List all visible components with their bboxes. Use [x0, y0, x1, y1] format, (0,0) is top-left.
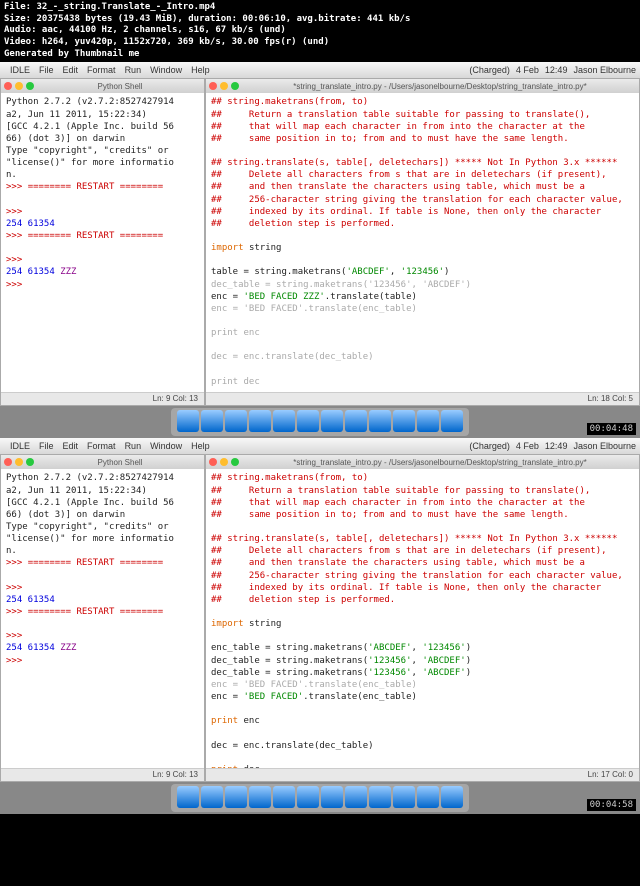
shell-title: Python Shell [39, 458, 201, 467]
dock-icon[interactable] [321, 786, 343, 808]
timestamp: 00:04:48 [587, 423, 636, 435]
menu-window[interactable]: Window [150, 441, 182, 451]
menu-idle[interactable]: IDLE [10, 441, 30, 451]
python-shell-window: Python Shell Python 2.7.2 (v2.7.2:852742… [0, 78, 205, 406]
shell-status: Ln: 9 Col: 13 [1, 392, 204, 405]
minimize-icon[interactable] [220, 82, 228, 90]
file-line: File: 32_-_string.Translate_-_Intro.mp4 [4, 2, 636, 14]
menubar-user: Jason Elbourne [573, 65, 636, 75]
shell-titlebar: Python Shell [1, 455, 204, 469]
dock-icon[interactable] [369, 410, 391, 432]
menu-format[interactable]: Format [87, 441, 116, 451]
menu-run[interactable]: Run [125, 65, 142, 75]
minimize-icon[interactable] [15, 458, 23, 466]
menu-edit[interactable]: Edit [63, 441, 79, 451]
minimize-icon[interactable] [15, 82, 23, 90]
editor-content[interactable]: ## string.maketrans(from, to) ## Return … [206, 93, 639, 392]
editor-status: Ln: 18 Col: 5 [206, 392, 639, 405]
menubar-date: 4 Feb [516, 65, 539, 75]
dock-icon[interactable] [249, 786, 271, 808]
dock-icon[interactable] [297, 786, 319, 808]
macos-dock[interactable] [171, 408, 469, 436]
dock-icon[interactable] [321, 410, 343, 432]
timestamp: 00:04:58 [587, 799, 636, 811]
shell-content[interactable]: Python 2.7.2 (v2.7.2:8527427914 a2, Jun … [1, 469, 204, 768]
shell-title: Python Shell [39, 82, 201, 91]
macos-dock[interactable] [171, 784, 469, 812]
battery-status: (Charged) [469, 65, 510, 75]
menu-help[interactable]: Help [191, 441, 210, 451]
shell-titlebar: Python Shell [1, 79, 204, 93]
dock-icon[interactable] [441, 410, 463, 432]
editor-titlebar: *string_translate_intro.py - /Users/jaso… [206, 79, 639, 93]
dock-icon[interactable] [249, 410, 271, 432]
zoom-icon[interactable] [231, 82, 239, 90]
close-icon[interactable] [4, 82, 12, 90]
editor-title: *string_translate_intro.py - /Users/jaso… [244, 82, 636, 91]
dock-icon[interactable] [177, 786, 199, 808]
close-icon[interactable] [209, 458, 217, 466]
dock-icon[interactable] [201, 410, 223, 432]
close-icon[interactable] [4, 458, 12, 466]
shell-status: Ln: 9 Col: 13 [1, 768, 204, 781]
editor-window: *string_translate_intro.py - /Users/jaso… [205, 454, 640, 782]
minimize-icon[interactable] [220, 458, 228, 466]
zoom-icon[interactable] [26, 82, 34, 90]
shell-content[interactable]: Python 2.7.2 (v2.7.2:8527427914 a2, Jun … [1, 93, 204, 392]
editor-title: *string_translate_intro.py - /Users/jaso… [244, 458, 636, 467]
thumbnail-frame-2: IDLE File Edit Format Run Window Help (C… [0, 438, 640, 814]
zoom-icon[interactable] [231, 458, 239, 466]
video-line: Video: h264, yuv420p, 1152x720, 369 kb/s… [4, 37, 636, 49]
zoom-icon[interactable] [26, 458, 34, 466]
media-info-header: File: 32_-_string.Translate_-_Intro.mp4 … [0, 0, 640, 62]
menu-file[interactable]: File [39, 441, 54, 451]
macos-menubar: IDLE File Edit Format Run Window Help (C… [0, 62, 640, 78]
dock-icon[interactable] [177, 410, 199, 432]
dock-icon[interactable] [393, 786, 415, 808]
editor-content[interactable]: ## string.maketrans(from, to) ## Return … [206, 469, 639, 768]
python-shell-window: Python Shell Python 2.7.2 (v2.7.2:852742… [0, 454, 205, 782]
editor-titlebar: *string_translate_intro.py - /Users/jaso… [206, 455, 639, 469]
menubar-time: 12:49 [545, 441, 568, 451]
menubar-date: 4 Feb [516, 441, 539, 451]
dock-icon[interactable] [345, 786, 367, 808]
menubar-user: Jason Elbourne [573, 441, 636, 451]
dock-icon[interactable] [393, 410, 415, 432]
macos-menubar: IDLE File Edit Format Run Window Help (C… [0, 438, 640, 454]
dock-icon[interactable] [345, 410, 367, 432]
dock-icon[interactable] [225, 410, 247, 432]
dock-icon[interactable] [297, 410, 319, 432]
dock-icon[interactable] [417, 410, 439, 432]
dock-icon[interactable] [273, 786, 295, 808]
dock-icon[interactable] [441, 786, 463, 808]
dock-icon[interactable] [417, 786, 439, 808]
close-icon[interactable] [209, 82, 217, 90]
editor-status: Ln: 17 Col: 0 [206, 768, 639, 781]
generated-line: Generated by Thumbnail me [4, 49, 636, 61]
thumbnail-frame-1: IDLE File Edit Format Run Window Help (C… [0, 62, 640, 438]
dock-icon[interactable] [201, 786, 223, 808]
menu-idle[interactable]: IDLE [10, 65, 30, 75]
menu-help[interactable]: Help [191, 65, 210, 75]
editor-window: *string_translate_intro.py - /Users/jaso… [205, 78, 640, 406]
dock-icon[interactable] [225, 786, 247, 808]
menu-format[interactable]: Format [87, 65, 116, 75]
dock-icon[interactable] [273, 410, 295, 432]
menu-run[interactable]: Run [125, 441, 142, 451]
audio-line: Audio: aac, 44100 Hz, 2 channels, s16, 6… [4, 25, 636, 37]
size-line: Size: 20375438 bytes (19.43 MiB), durati… [4, 14, 636, 26]
dock-icon[interactable] [369, 786, 391, 808]
menu-edit[interactable]: Edit [63, 65, 79, 75]
menubar-time: 12:49 [545, 65, 568, 75]
battery-status: (Charged) [469, 441, 510, 451]
menu-file[interactable]: File [39, 65, 54, 75]
menu-window[interactable]: Window [150, 65, 182, 75]
